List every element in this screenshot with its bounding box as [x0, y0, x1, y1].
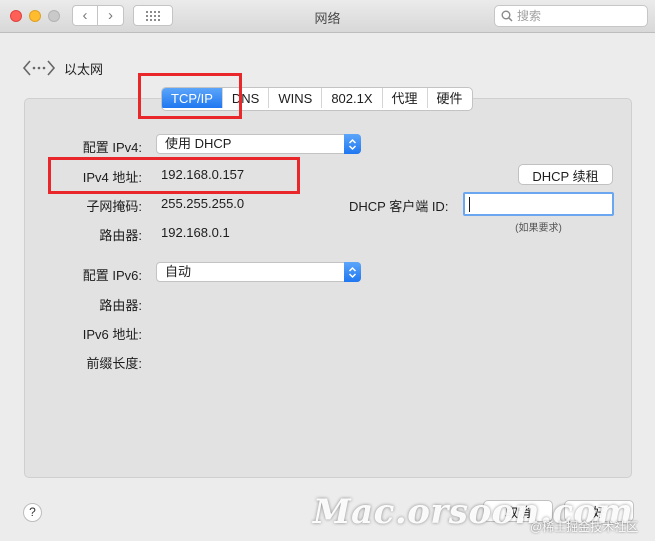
tab-proxy[interactable]: 代理: [381, 88, 427, 108]
ipv6-address-label: IPv6 地址:: [82, 327, 142, 342]
search-field[interactable]: [494, 5, 648, 27]
tab-tcpip[interactable]: TCP/IP: [162, 88, 222, 108]
watermark-credit: @稀土掘金技术社区: [530, 520, 639, 534]
ipv4-router-label: 路由器:: [99, 228, 142, 243]
help-button[interactable]: ?: [23, 503, 42, 522]
dhcp-renew-button[interactable]: DHCP 续租: [518, 164, 613, 185]
dhcp-client-id-hint: (如果要求): [515, 223, 562, 234]
dhcp-client-id-input[interactable]: [463, 192, 614, 216]
tab-hardware[interactable]: 硬件: [426, 88, 472, 108]
prefix-length-label: 前缀长度:: [86, 356, 142, 371]
dhcp-client-id-label: DHCP 客户端 ID:: [349, 199, 449, 214]
subnet-mask-value: 255.255.255.0: [161, 196, 245, 211]
text-cursor: [469, 197, 470, 212]
service-name: 以太网: [64, 61, 104, 77]
configure-ipv6-value: 自动: [165, 264, 192, 279]
select-arrows-icon: [344, 134, 361, 154]
ethernet-arrows-icon: [22, 60, 56, 76]
tab-wins[interactable]: WINS: [268, 88, 321, 108]
tab-dns[interactable]: DNS: [221, 88, 268, 108]
tab-bar: TCP/IP DNS WINS 802.1X 代理 硬件: [161, 87, 473, 111]
configure-ipv6-select[interactable]: 自动: [156, 262, 361, 282]
configure-ipv4-label: 配置 IPv4:: [82, 140, 142, 155]
select-arrows-icon: [344, 262, 361, 282]
subnet-mask-label: 子网掩码:: [86, 199, 142, 214]
ipv4-address-value: 192.168.0.157: [161, 167, 245, 182]
configure-ipv4-select[interactable]: 使用 DHCP: [156, 134, 361, 154]
configure-ipv6-label: 配置 IPv6:: [82, 268, 142, 283]
service-header: 以太网: [22, 58, 103, 78]
ipv6-router-label: 路由器:: [99, 298, 142, 313]
ipv4-router-value: 192.168.0.1: [161, 225, 230, 240]
ipv4-address-label: IPv4 地址:: [82, 170, 142, 185]
search-input[interactable]: [517, 9, 637, 23]
title-bar: ‹ › 网络: [0, 0, 655, 33]
tab-8021x[interactable]: 802.1X: [321, 88, 381, 108]
search-icon: [501, 10, 513, 22]
configure-ipv4-value: 使用 DHCP: [165, 136, 232, 151]
